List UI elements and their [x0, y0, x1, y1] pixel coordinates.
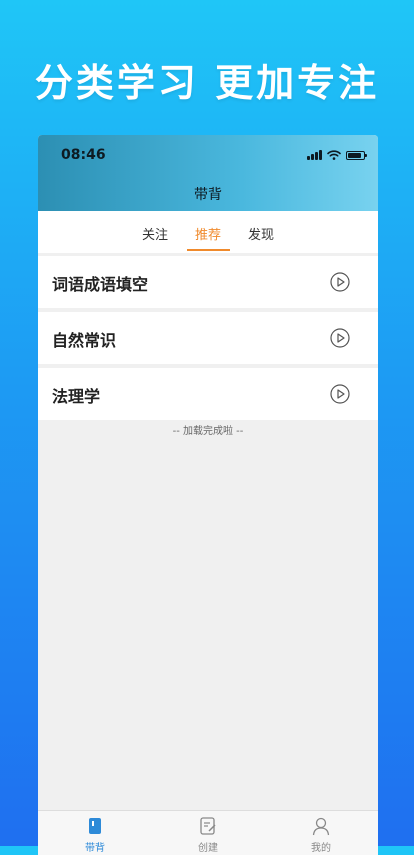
list-item[interactable]: 自然常识 [38, 312, 378, 364]
tab-discover[interactable]: 发现 [248, 224, 274, 243]
tab-active-indicator [187, 249, 230, 251]
list-item-label: 自然常识 [52, 331, 117, 350]
status-time: 08:46 [61, 147, 106, 163]
user-icon [312, 817, 330, 836]
tabbar-item-create[interactable]: 创建 [178, 816, 238, 854]
tabbar-item-daibei[interactable]: 带背 [65, 816, 125, 854]
tabbar-item-mine[interactable]: 我的 [291, 816, 351, 854]
tabbar-label: 带背 [85, 843, 105, 854]
signal-icon [307, 150, 322, 160]
tabbar-label: 创建 [198, 843, 218, 854]
edit-icon [200, 817, 216, 835]
battery-icon [346, 150, 367, 160]
play-circle-icon[interactable] [330, 328, 350, 348]
status-icons [307, 149, 367, 161]
list-item-label: 词语成语填空 [52, 275, 149, 294]
phone-screen: 08:46 带背 关注 推荐 发现 词语成语填空 自然常识 法理学 -- 加载完… [38, 135, 378, 855]
list-item-label: 法理学 [52, 387, 101, 406]
list-item[interactable]: 词语成语填空 [38, 256, 378, 308]
book-icon [89, 818, 101, 834]
tab-recommend[interactable]: 推荐 [195, 224, 221, 243]
tab-bar-top: 关注 推荐 发现 [38, 211, 378, 253]
play-circle-icon[interactable] [330, 272, 350, 292]
app-header: 08:46 带背 [38, 135, 378, 211]
tab-follow[interactable]: 关注 [142, 224, 168, 243]
bottom-tab-bar: 带背 创建 我的 [38, 810, 378, 855]
play-circle-icon[interactable] [330, 384, 350, 404]
page-title: 带背 [194, 187, 222, 203]
list-item[interactable]: 法理学 [38, 368, 378, 420]
tabbar-label: 我的 [311, 843, 331, 854]
load-complete-text: -- 加载完成啦 -- [172, 426, 244, 437]
wifi-icon [327, 150, 341, 160]
promo-headline: 分类学习 更加专注 [34, 61, 380, 105]
